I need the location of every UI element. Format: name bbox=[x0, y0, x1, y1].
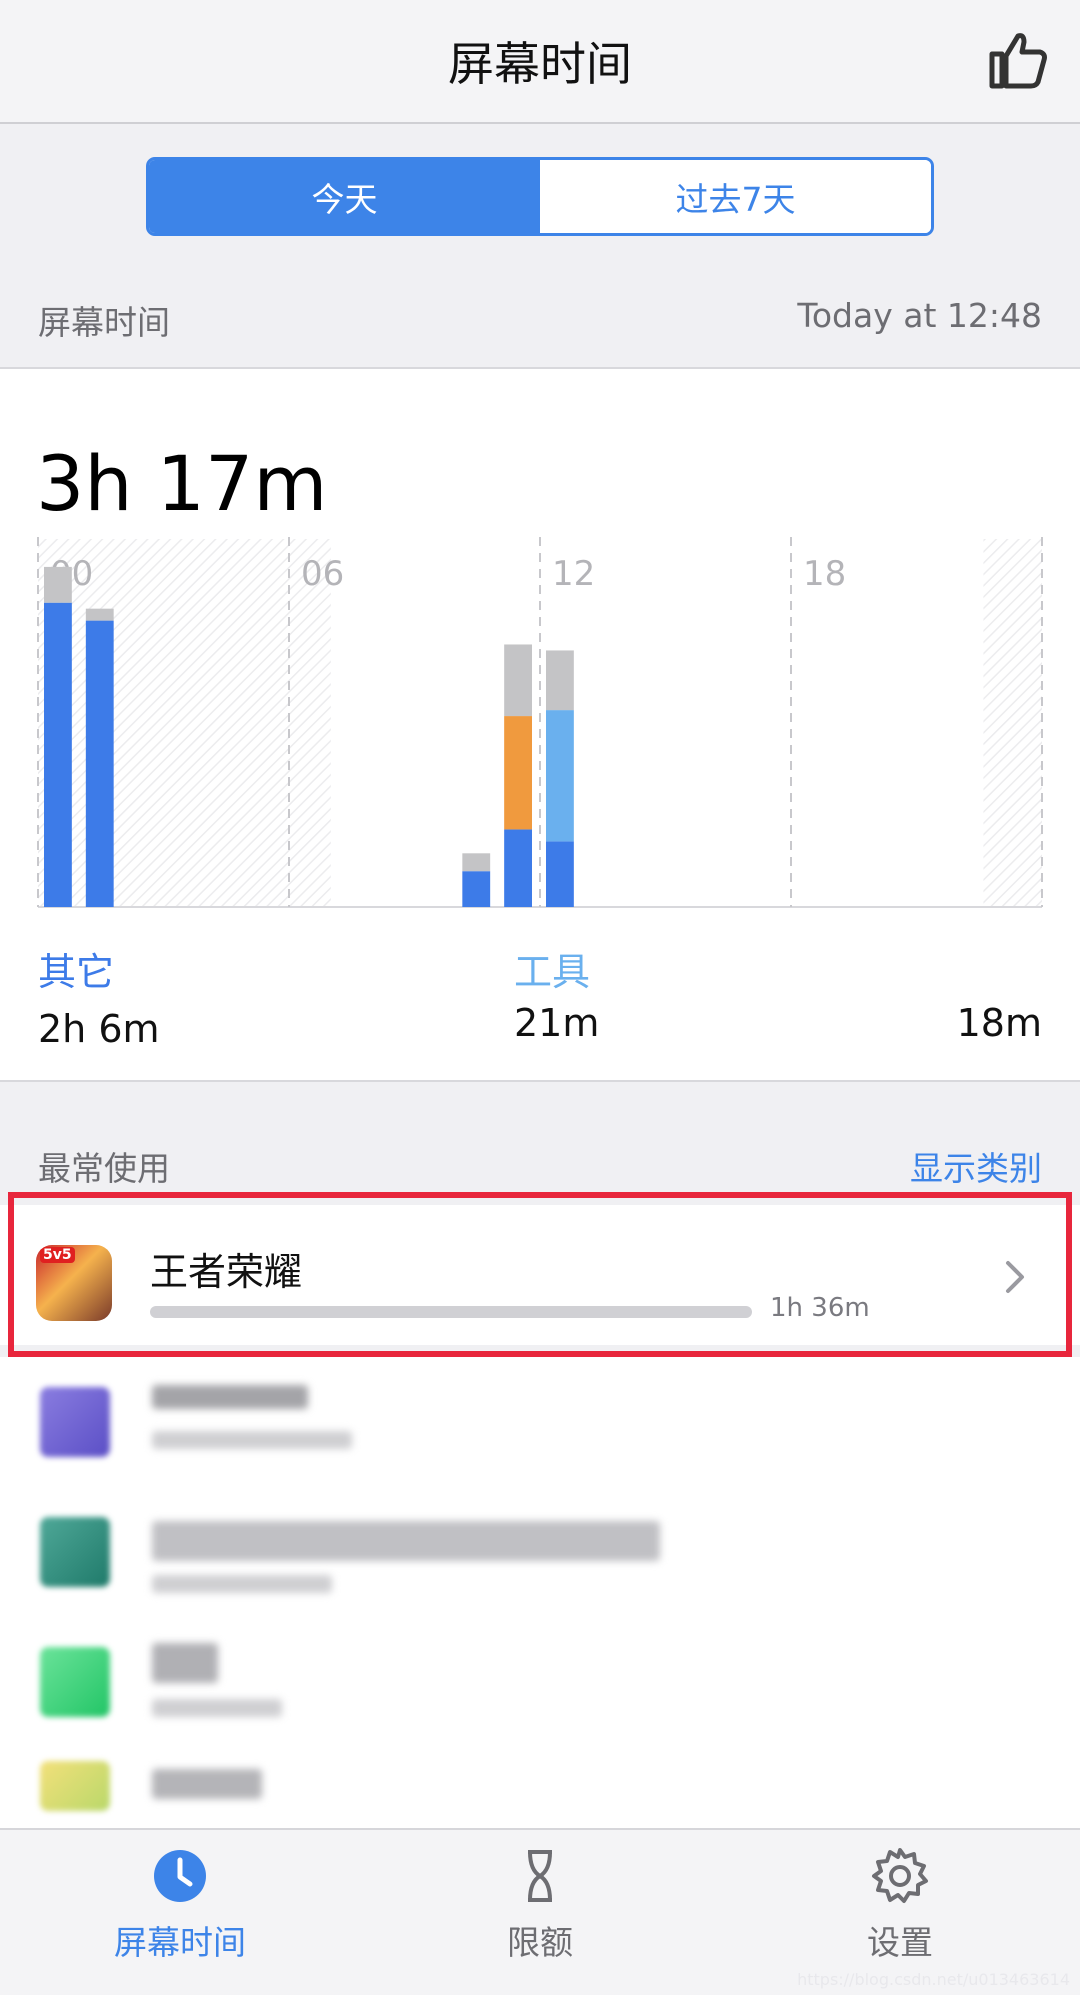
chart-bar-segment bbox=[546, 710, 574, 842]
chart-bar-segment bbox=[504, 644, 532, 717]
chart-bar-segment bbox=[504, 829, 532, 907]
chart-bar-segment bbox=[546, 650, 574, 711]
usage-chart-card[interactable]: 3h 17m 00061218 其它 2h 6m 工具 21m 18m bbox=[0, 367, 1080, 1082]
last-updated-timestamp: Today at 12:48 bbox=[797, 296, 1042, 335]
chart-tick-label: 18 bbox=[803, 554, 846, 594]
app-header: 屏幕时间 bbox=[0, 0, 1080, 124]
blurred-text bbox=[152, 1431, 352, 1449]
clock-icon bbox=[154, 1850, 206, 1902]
hourglass-icon bbox=[528, 1850, 552, 1902]
most-used-label: 最常使用 bbox=[38, 1149, 170, 1188]
category-tools-label: 工具 bbox=[514, 950, 591, 994]
app-icon-blurred bbox=[40, 1387, 110, 1457]
game-app-icon: 5v5 bbox=[36, 1245, 112, 1321]
chart-night-area bbox=[983, 539, 1042, 907]
app-row-top[interactable]: 5v5 王者荣耀 1h 36m bbox=[0, 1205, 1080, 1345]
period-segmented-control: 今天 过去7天 bbox=[146, 157, 934, 236]
nav-label: 屏幕时间 bbox=[114, 1923, 246, 1962]
nav-label: 限额 bbox=[507, 1923, 573, 1962]
app-icon-blurred bbox=[40, 1647, 110, 1717]
blurred-text bbox=[152, 1521, 660, 1561]
app-name: 王者荣耀 bbox=[150, 1250, 303, 1294]
category-tools-value: 21m bbox=[514, 1001, 600, 1045]
chart-tick-label: 06 bbox=[301, 554, 344, 594]
thumbs-up-icon[interactable] bbox=[986, 28, 1050, 92]
category-other-value: 2h 6m bbox=[38, 1007, 160, 1051]
watermark: https://blog.csdn.net/u013463614 bbox=[797, 1970, 1070, 1989]
page-title: 屏幕时间 bbox=[448, 37, 632, 91]
blurred-text bbox=[152, 1769, 262, 1799]
nav-tab-settings[interactable]: 设置 bbox=[790, 1846, 1010, 1964]
chart-night-area bbox=[38, 539, 331, 907]
chart-bar-segment bbox=[504, 716, 532, 830]
chart-bar-segment bbox=[85, 620, 114, 907]
nav-tab-screen-time[interactable]: 屏幕时间 bbox=[70, 1846, 290, 1964]
category-other-label: 其它 bbox=[38, 950, 115, 994]
chart-bar-segment bbox=[44, 602, 72, 907]
app-icon-blurred bbox=[40, 1517, 110, 1587]
chart-bar-segment bbox=[44, 566, 72, 603]
app-usage-time: 1h 36m bbox=[770, 1293, 870, 1323]
app-row-blurred[interactable] bbox=[0, 1357, 1080, 1487]
app-icon-blurred bbox=[40, 1761, 110, 1811]
app-row-blurred[interactable] bbox=[0, 1487, 1080, 1617]
blurred-text bbox=[152, 1643, 218, 1683]
nav-tab-limits[interactable]: 限额 bbox=[430, 1846, 650, 1964]
nav-label: 设置 bbox=[867, 1923, 933, 1962]
blurred-text bbox=[152, 1385, 308, 1409]
chart-bar-segment bbox=[462, 853, 491, 872]
usage-bar bbox=[150, 1306, 752, 1318]
gear-icon bbox=[872, 1848, 928, 1903]
chart-bar-segment bbox=[85, 608, 114, 621]
tab-today[interactable]: 今天 bbox=[149, 160, 540, 233]
app-row-blurred[interactable] bbox=[0, 1747, 1080, 1828]
chart-bar-segment bbox=[546, 841, 574, 907]
app-badge: 5v5 bbox=[40, 1247, 75, 1263]
chart-tick-label: 12 bbox=[552, 554, 595, 594]
blurred-text bbox=[152, 1699, 282, 1717]
blurred-text bbox=[152, 1575, 332, 1593]
app-row-blurred[interactable] bbox=[0, 1617, 1080, 1747]
category-games-value: 18m bbox=[956, 1001, 1042, 1045]
chevron-right-icon bbox=[1006, 1261, 1024, 1293]
show-categories-link[interactable]: 显示类别 bbox=[910, 1142, 1042, 1190]
tab-past-7-days[interactable]: 过去7天 bbox=[540, 160, 931, 233]
chart-bar-segment bbox=[462, 871, 491, 907]
screen-time-section-label: 屏幕时间 bbox=[38, 303, 170, 342]
